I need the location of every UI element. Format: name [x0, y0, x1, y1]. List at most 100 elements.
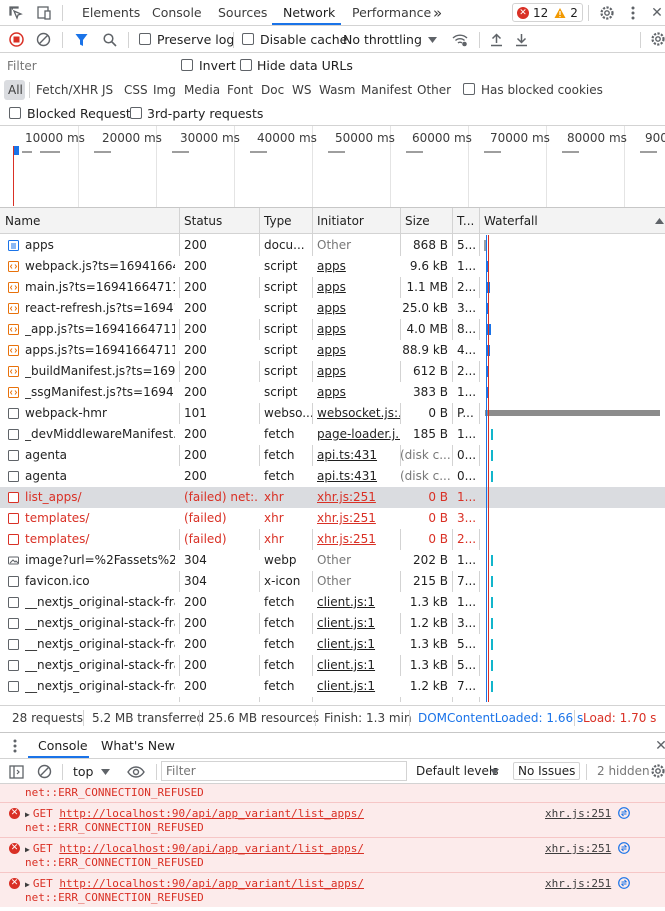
source-link[interactable]: xhr.js:251: [545, 877, 611, 890]
type-filter-manifest[interactable]: Manifest: [361, 81, 412, 99]
context-select[interactable]: top: [73, 764, 93, 779]
console-error-message-partial[interactable]: net::ERR_CONNECTION_REFUSED: [0, 784, 665, 802]
cell-initiator[interactable]: websocket.js:...: [312, 403, 400, 424]
cell-initiator[interactable]: client.js:1: [312, 634, 400, 655]
tab-console[interactable]: Console: [152, 0, 202, 26]
drawer-tab-console[interactable]: Console: [38, 738, 88, 753]
drawer-tab-whats-new[interactable]: What's New: [101, 738, 175, 753]
table-row[interactable]: favicon.ico 304 x-icon Other 215 B 7...: [0, 571, 665, 592]
column-header-initiator[interactable]: Initiator: [312, 208, 400, 234]
blocked-requests-checkbox[interactable]: [9, 107, 21, 119]
network-request-link-icon[interactable]: [618, 842, 630, 854]
tab-elements[interactable]: Elements: [82, 0, 140, 26]
export-har-icon[interactable]: [514, 32, 528, 47]
network-request-link-icon[interactable]: [618, 877, 630, 889]
table-row[interactable]: main.js?ts=1694166471153 200 script apps 1.1…: [0, 277, 665, 298]
console-sidebar-icon[interactable]: [9, 764, 24, 779]
network-conditions-icon[interactable]: [451, 32, 469, 47]
cell-initiator[interactable]: xhr.js:251: [312, 508, 400, 529]
more-tabs-button[interactable]: »: [433, 0, 442, 26]
expand-triangle-icon[interactable]: ▶: [25, 810, 30, 819]
close-devtools-icon[interactable]: ✕: [650, 4, 664, 22]
table-row[interactable]: _devMiddlewareManifest.j... 200 fetch page-…: [0, 424, 665, 445]
clear-console-icon[interactable]: [37, 764, 52, 779]
cell-initiator[interactable]: apps: [312, 361, 400, 382]
type-filter-font[interactable]: Font: [227, 81, 253, 99]
table-row[interactable]: react-refresh.js?ts=169416... 200 script ap…: [0, 298, 665, 319]
has-blocked-cookies-checkbox[interactable]: [463, 83, 475, 95]
expand-triangle-icon[interactable]: ▶: [25, 845, 30, 854]
search-icon[interactable]: [102, 32, 117, 47]
no-issues-button[interactable]: No Issues: [513, 762, 581, 780]
column-header-status[interactable]: Status: [179, 208, 259, 234]
table-row[interactable]: __nextjs_original-stack-fra... 200 fetch cl…: [0, 655, 665, 676]
cell-initiator[interactable]: apps: [312, 382, 400, 403]
table-row[interactable]: image?url=%2Fassets%2Fl... 304 webp Other 20…: [0, 550, 665, 571]
console-error-message[interactable]: ✕ ▶ GET http://localhost:90/api/app_varian…: [0, 872, 665, 907]
request-url[interactable]: http://localhost:90/api/app_variant/list…: [59, 807, 364, 820]
request-url[interactable]: http://localhost:90/api/app_variant/list…: [59, 877, 364, 890]
table-row[interactable]: webpack-hmr 101 webso...websocket.js:... 0 …: [0, 403, 665, 424]
type-filter-doc[interactable]: Doc: [261, 81, 284, 99]
settings-gear-icon[interactable]: [598, 4, 616, 22]
type-filter-js[interactable]: JS: [102, 81, 113, 99]
cell-initiator[interactable]: xhr.js:251: [312, 529, 400, 550]
issues-counter[interactable]: ✕ 12 2: [512, 3, 583, 22]
type-filter-ws[interactable]: WS: [292, 81, 311, 99]
levels-chevron-down-icon[interactable]: [489, 768, 499, 775]
cell-initiator[interactable]: apps: [312, 340, 400, 361]
cell-initiator[interactable]: api.ts:431: [312, 445, 400, 466]
select-element-icon[interactable]: [8, 5, 24, 21]
cell-initiator[interactable]: client.js:1: [312, 655, 400, 676]
table-row[interactable]: apps.js?ts=1694166471153 200 script apps88.…: [0, 340, 665, 361]
type-filter-fetch-xhr[interactable]: Fetch/XHR: [36, 81, 98, 99]
table-row[interactable]: __nextjs_original-stack-fra... 200 fetch cl…: [0, 676, 665, 697]
context-chevron-down-icon[interactable]: [100, 768, 110, 775]
table-row[interactable]: __nextjs_original-stack-fra... 200 fetch cl…: [0, 592, 665, 613]
console-error-message[interactable]: ✕ ▶ GET http://localhost:90/api/app_varian…: [0, 837, 665, 872]
table-row[interactable]: templates/ (failed) xhr xhr.js:251 0 B 2...: [0, 529, 665, 550]
third-party-checkbox[interactable]: [130, 107, 142, 119]
cell-initiator[interactable]: xhr.js:251: [312, 487, 400, 508]
table-row[interactable]: __nextjs_original-stack-fra... 200 fetch cl…: [0, 613, 665, 634]
cell-initiator[interactable]: apps: [312, 298, 400, 319]
filter-funnel-icon[interactable]: [74, 32, 88, 47]
column-header-name[interactable]: Name: [0, 208, 179, 234]
column-header-time[interactable]: T...: [452, 208, 479, 234]
type-filter-wasm[interactable]: Wasm: [319, 81, 355, 99]
table-row[interactable]: apps 200 docu... Other 868 B 5...: [0, 235, 665, 256]
network-settings-gear-icon[interactable]: [650, 31, 665, 47]
source-link[interactable]: xhr.js:251: [545, 842, 611, 855]
type-filter-css[interactable]: CSS: [124, 81, 148, 99]
source-link[interactable]: xhr.js:251: [545, 807, 611, 820]
request-url[interactable]: http://localhost:90/api/app_variant/list…: [59, 842, 364, 855]
cell-initiator[interactable]: apps: [312, 319, 400, 340]
type-filter-all[interactable]: All: [8, 81, 23, 99]
cell-initiator[interactable]: client.js:1: [312, 676, 400, 697]
device-toolbar-icon[interactable]: [36, 5, 52, 21]
console-error-message[interactable]: ✕ ▶ GET http://localhost:90/api/app_varian…: [0, 802, 665, 837]
console-filter-input[interactable]: [161, 761, 407, 781]
filter-input[interactable]: [3, 56, 168, 76]
table-row[interactable]: _ssgManifest.js?ts=169416... 200 script app…: [0, 382, 665, 403]
cell-initiator[interactable]: client.js:1: [312, 613, 400, 634]
cell-initiator[interactable]: page-loader.j...: [312, 424, 400, 445]
cell-initiator[interactable]: apps: [312, 256, 400, 277]
expand-triangle-icon[interactable]: ▶: [25, 880, 30, 889]
cell-initiator[interactable]: client.js:1: [312, 592, 400, 613]
column-header-size[interactable]: Size: [400, 208, 452, 234]
throttling-select[interactable]: No throttling: [343, 32, 422, 47]
column-header-waterfall[interactable]: Waterfall: [479, 208, 639, 234]
network-overview[interactable]: 10000 ms 20000 ms 30000 ms 40000 ms 5000…: [0, 126, 665, 208]
console-settings-gear-icon[interactable]: [650, 763, 665, 779]
close-drawer-icon[interactable]: ✕: [655, 738, 665, 754]
cell-initiator[interactable]: api.ts:431: [312, 466, 400, 487]
record-stop-icon[interactable]: [9, 32, 24, 47]
hide-data-urls-checkbox[interactable]: [240, 59, 252, 71]
import-har-icon[interactable]: [489, 32, 503, 47]
network-request-link-icon[interactable]: [618, 807, 630, 819]
table-row[interactable]: _app.js?ts=1694166471153 200 script apps 4.0…: [0, 319, 665, 340]
tab-sources[interactable]: Sources: [218, 0, 267, 26]
cell-initiator[interactable]: apps: [312, 277, 400, 298]
disable-cache-checkbox[interactable]: [242, 33, 254, 45]
